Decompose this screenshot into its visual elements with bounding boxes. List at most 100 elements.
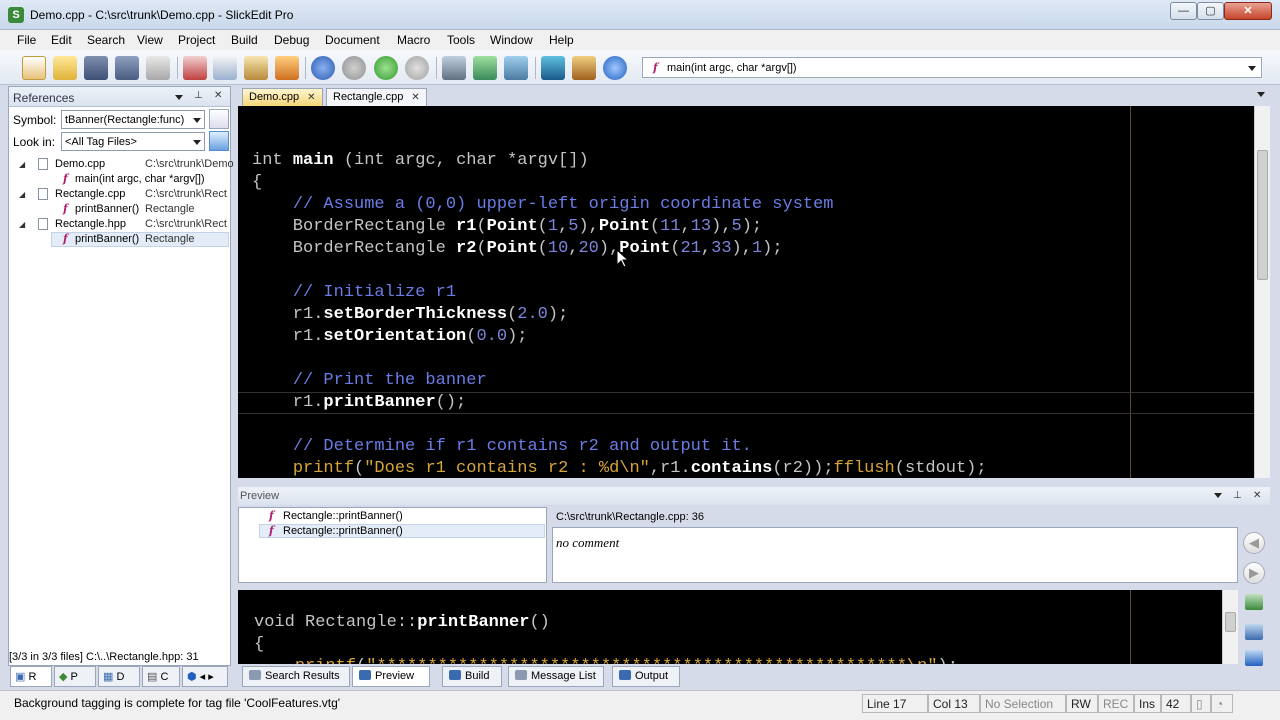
save-icon[interactable]	[84, 56, 108, 80]
tab-projects[interactable]: ◆ P	[54, 666, 96, 687]
print-icon[interactable]	[146, 56, 170, 80]
forward-arrow-icon[interactable]: ▶	[1243, 562, 1265, 584]
tag-files-button[interactable]	[209, 131, 229, 151]
menu-file[interactable]: File	[17, 33, 36, 47]
pin-icon[interactable]: ⊥	[1233, 490, 1242, 501]
references-icon[interactable]	[442, 56, 466, 80]
find-references-button[interactable]	[209, 109, 229, 129]
code-editor[interactable]: int main (int argc, char *argv[]) { // As…	[238, 106, 1254, 478]
status-rw[interactable]: RW	[1066, 694, 1098, 713]
open-folder-icon[interactable]	[53, 56, 77, 80]
minimize-button[interactable]: —	[1170, 2, 1197, 20]
edit-icon[interactable]	[1245, 594, 1263, 610]
cut-icon[interactable]	[183, 56, 207, 80]
menu-macro[interactable]: Macro	[397, 33, 430, 47]
tab-demo-cpp[interactable]: Demo.cpp ✕	[242, 88, 323, 106]
preview-list-item[interactable]: Rectangle::printBanner()	[283, 510, 403, 525]
tree-item-function[interactable]: main(int argc, char *argv[])	[75, 173, 205, 188]
current-function-text: main(int argc, char *argv[])	[667, 62, 797, 74]
close-icon[interactable]: ✕	[411, 92, 419, 103]
tree-item-file[interactable]: Demo.cpp	[55, 158, 105, 173]
pop-tag-icon[interactable]	[504, 56, 528, 80]
close-icon[interactable]: ✕	[307, 92, 315, 103]
close-icon[interactable]: ✕	[1253, 490, 1261, 501]
tab-build[interactable]: Build	[442, 666, 502, 687]
chevron-down-icon[interactable]	[193, 140, 201, 145]
code-line: void Rectangle::printBanner()	[254, 613, 550, 632]
chevron-down-icon[interactable]	[193, 118, 201, 123]
tree-item-function-selected[interactable]: printBanner()	[75, 233, 139, 248]
menu-document[interactable]: Document	[325, 33, 380, 47]
undo-icon[interactable]	[311, 56, 335, 80]
tree-item-class: Rectangle	[145, 203, 195, 215]
back-icon[interactable]	[374, 56, 398, 80]
preview-header: Preview ⊥ ✕	[238, 487, 1270, 505]
tab-rectangle-cpp[interactable]: Rectangle.cpp ✕	[326, 88, 427, 106]
preview-list-item-selected[interactable]: Rectangle::printBanner()	[283, 525, 403, 540]
status-line: Line 17	[862, 694, 928, 713]
push-tag-icon[interactable]	[473, 56, 497, 80]
symbol-combo[interactable]: tBanner(Rectangle:func)	[61, 110, 205, 129]
status-rec[interactable]: REC	[1098, 694, 1134, 713]
panel-menu-icon[interactable]	[175, 95, 183, 100]
status-ins[interactable]: Ins	[1134, 694, 1161, 713]
lookin-combo[interactable]: <All Tag Files>	[61, 132, 205, 151]
collapse-arrow-icon[interactable]: ◢	[19, 190, 25, 199]
close-icon[interactable]: ✕	[214, 90, 222, 101]
tab-scroll[interactable]: ⬢ ◂ ▸	[182, 666, 228, 687]
tools-icon[interactable]	[572, 56, 596, 80]
tag-icon[interactable]	[1245, 624, 1263, 640]
forward-icon[interactable]	[405, 56, 429, 80]
menu-edit[interactable]: Edit	[51, 33, 72, 47]
redo-icon[interactable]	[342, 56, 366, 80]
menu-project[interactable]: Project	[178, 33, 215, 47]
tab-preview[interactable]: Preview	[352, 666, 430, 687]
tab-list-icon[interactable]	[1257, 92, 1265, 97]
collapse-arrow-icon[interactable]: ◢	[19, 160, 25, 169]
background-process-icon[interactable]: ◔	[1211, 694, 1233, 713]
editor-scrollbar[interactable]	[1254, 106, 1270, 478]
back-arrow-icon[interactable]: ◀	[1243, 532, 1265, 554]
close-button[interactable]: ✕	[1224, 2, 1272, 20]
tree-item-function[interactable]: printBanner()	[75, 203, 139, 218]
tab-classes[interactable]: ▤ C	[142, 666, 180, 687]
function-icon: f	[269, 509, 274, 522]
tab-message-list[interactable]: Message List	[508, 666, 604, 687]
preview-code-editor[interactable]: void Rectangle::printBanner(){ printf("*…	[238, 590, 1222, 664]
menu-help[interactable]: Help	[549, 33, 574, 47]
maximize-button[interactable]: ▢	[1197, 2, 1224, 20]
menu-debug[interactable]: Debug	[274, 33, 309, 47]
collapse-arrow-icon[interactable]: ◢	[19, 220, 25, 229]
menu-view[interactable]: View	[137, 33, 163, 47]
menu-search[interactable]: Search	[87, 33, 125, 47]
preview-symbol-list[interactable]: f Rectangle::printBanner() f Rectangle::…	[238, 507, 547, 583]
panel-menu-icon[interactable]	[1214, 493, 1222, 498]
scrollbar-thumb[interactable]	[1257, 150, 1268, 280]
current-function-combo[interactable]: f main(int argc, char *argv[])	[642, 57, 1262, 78]
tab-defs[interactable]: ▦ D	[98, 666, 140, 687]
tab-output[interactable]: Output	[612, 666, 680, 687]
menu-build[interactable]: Build	[231, 33, 258, 47]
pin-icon[interactable]: ⊥	[194, 90, 203, 101]
tab-references[interactable]: ▣ R	[10, 666, 52, 687]
new-file-icon[interactable]	[22, 56, 46, 80]
chevron-down-icon[interactable]	[1248, 66, 1256, 71]
toolbar-separator	[177, 57, 178, 79]
paste-icon[interactable]	[244, 56, 268, 80]
save-all-icon[interactable]	[115, 56, 139, 80]
build-icon[interactable]	[541, 56, 565, 80]
file-status-icon[interactable]: ▯	[1191, 694, 1211, 713]
tab-search-results[interactable]: Search Results	[242, 666, 350, 687]
output-icon	[619, 670, 631, 680]
tree-item-file[interactable]: Rectangle.cpp	[55, 188, 125, 203]
menu-tools[interactable]: Tools	[447, 33, 475, 47]
help-icon[interactable]	[603, 56, 627, 80]
search-icon[interactable]	[1245, 650, 1263, 666]
tree-item-file[interactable]: Rectangle.hpp	[55, 218, 126, 233]
copy-icon[interactable]	[213, 56, 237, 80]
scrollbar-thumb[interactable]	[1225, 612, 1236, 632]
select-icon[interactable]	[275, 56, 299, 80]
menu-window[interactable]: Window	[490, 33, 533, 47]
preview-scrollbar[interactable]	[1222, 590, 1238, 664]
editor-tab-bar: Demo.cpp ✕ Rectangle.cpp ✕	[238, 86, 1270, 106]
